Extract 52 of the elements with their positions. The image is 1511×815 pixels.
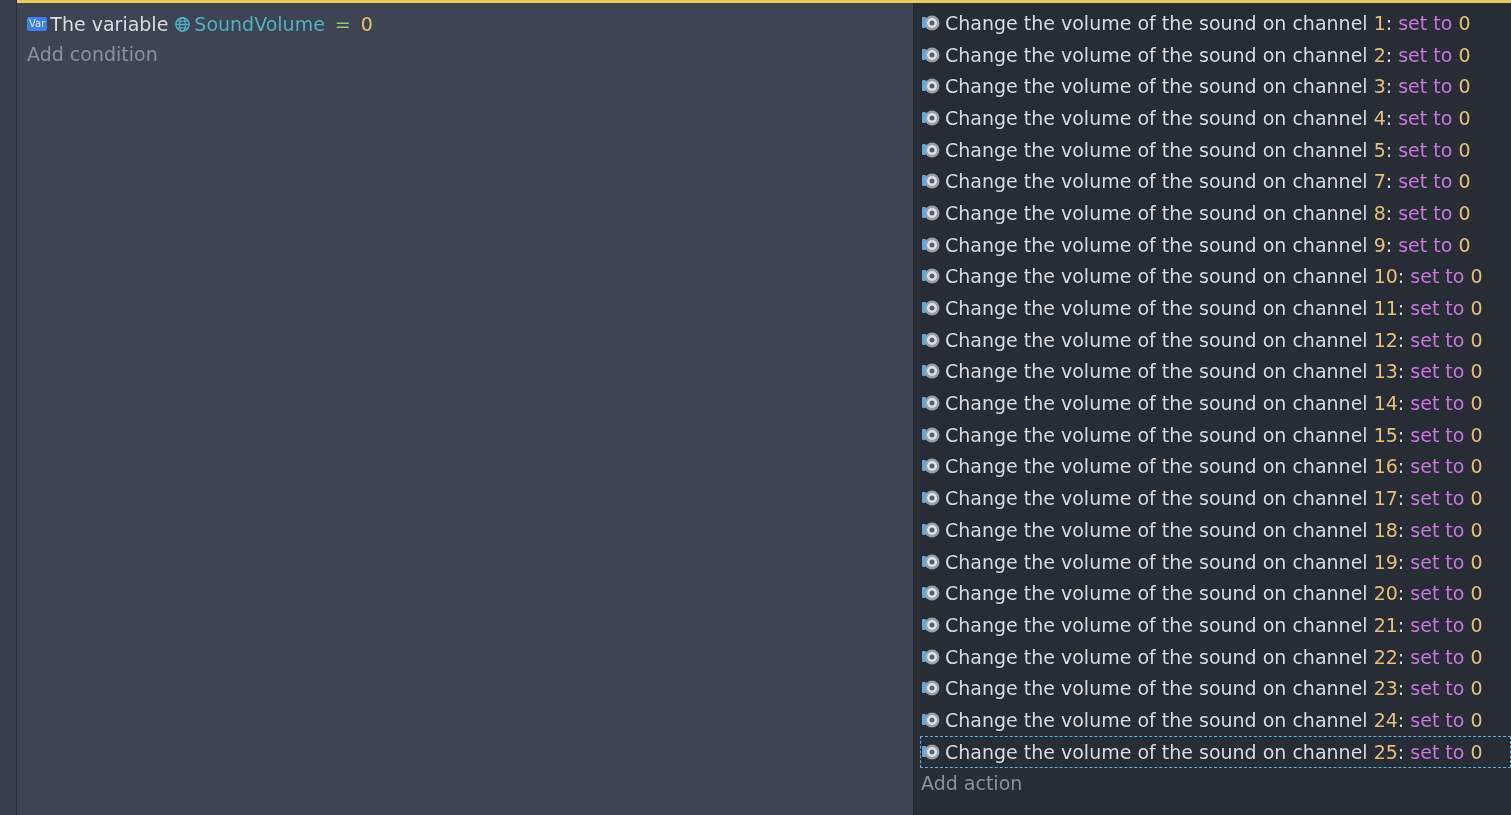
action-text: Change the volume of the sound on channel 13: set to 0 (945, 360, 1483, 383)
action-text: Change the volume of the sound on channel 17: set to 0 (945, 487, 1483, 510)
action-row[interactable]: Change the volume of the sound on channel 13: set to 0 (920, 355, 1511, 388)
action-text: Change the volume of the sound on channel 3: set to 0 (945, 75, 1471, 98)
action-text: Change the volume of the sound on channel 1: set to 0 (945, 11, 1471, 34)
action-row[interactable]: Change the volume of the sound on channel 19: set to 0 (920, 545, 1511, 578)
action-row[interactable]: Change the volume of the sound on channel 3: set to 0 (920, 70, 1511, 103)
action-text: Change the volume of the sound on channel 20: set to 0 (945, 582, 1483, 605)
action-text: Change the volume of the sound on channel 9: set to 0 (945, 233, 1471, 256)
action-row[interactable]: Change the volume of the sound on channel 4: set to 0 (920, 102, 1511, 134)
action-text: Change the volume of the sound on channel 23: set to 0 (945, 677, 1483, 700)
action-row[interactable]: Change the volume of the sound on channel 25: set to 0 (920, 735, 1511, 768)
action-row[interactable]: Change the volume of the sound on channel 23: set to 0 (920, 672, 1511, 705)
action-row[interactable]: Change the volume of the sound on channel 17: set to 0 (920, 482, 1511, 514)
action-text: Change the volume of the sound on channel 15: set to 0 (945, 423, 1483, 446)
action-text: Change the volume of the sound on channel 14: set to 0 (945, 392, 1483, 415)
action-text: Change the volume of the sound on channel 10: set to 0 (945, 265, 1483, 288)
action-text: Change the volume of the sound on channel 24: set to 0 (945, 708, 1483, 731)
action-row[interactable]: Change the volume of the sound on channel 20: set to 0 (920, 577, 1511, 610)
action-row[interactable]: Change the volume of the sound on channel 14: set to 0 (920, 387, 1511, 419)
action-text: Change the volume of the sound on channel 2: set to 0 (945, 43, 1471, 66)
action-text: Change the volume of the sound on channel 12: set to 0 (945, 328, 1483, 351)
action-text: Change the volume of the sound on channel 22: set to 0 (945, 645, 1483, 668)
action-row[interactable]: Change the volume of the sound on channel 22: set to 0 (920, 640, 1511, 673)
action-text: Change the volume of the sound on channel 25: set to 0 (945, 740, 1483, 763)
action-text: Change the volume of the sound on channel 5: set to 0 (945, 138, 1471, 161)
action-text: Change the volume of the sound on channel 11: set to 0 (945, 297, 1483, 320)
action-row[interactable]: Change the volume of the sound on channel 16: set to 0 (920, 450, 1511, 483)
action-row[interactable]: Change the volume of the sound on channel 2: set to 0 (920, 38, 1511, 71)
action-row[interactable]: Change the volume of the sound on channel 11: set to 0 (920, 292, 1511, 324)
action-row[interactable]: Change the volume of the sound on channel 8: set to 0 (920, 197, 1511, 229)
action-row[interactable]: Change the volume of the sound on channel 12: set to 0 (920, 323, 1511, 356)
action-text: Change the volume of the sound on channel 8: set to 0 (945, 201, 1471, 224)
action-row[interactable]: Change the volume of the sound on channel 10: set to 0 (920, 260, 1511, 293)
action-text: Change the volume of the sound on channel 19: set to 0 (945, 550, 1483, 573)
action-text: Change the volume of the sound on channel 7: set to 0 (945, 170, 1471, 193)
action-text: Change the volume of the sound on channel 16: set to 0 (945, 455, 1483, 478)
add-action-link[interactable]: Add action (921, 767, 1023, 798)
action-row[interactable]: Change the volume of the sound on channel 24: set to 0 (920, 704, 1511, 736)
globe-icon (174, 15, 192, 33)
action-row[interactable]: Change the volume of the sound on channel 7: set to 0 (920, 165, 1511, 198)
action-text: Change the volume of the sound on channel 18: set to 0 (945, 518, 1483, 541)
action-row[interactable]: Change the volume of the sound on channel 5: set to 0 (920, 133, 1511, 166)
action-text: Change the volume of the sound on channel 4: set to 0 (945, 106, 1471, 129)
variable-icon: Var (27, 17, 48, 31)
action-text: Change the volume of the sound on channel 21: set to 0 (945, 613, 1483, 636)
action-row[interactable]: Change the volume of the sound on channel 15: set to 0 (920, 418, 1511, 451)
action-row[interactable]: Change the volume of the sound on channel 21: set to 0 (920, 609, 1511, 641)
action-row[interactable]: Change the volume of the sound on channel 18: set to 0 (920, 514, 1511, 546)
action-row[interactable]: Change the volume of the sound on channel 9: set to 0 (920, 228, 1511, 261)
action-row[interactable]: Change the volume of the sound on channel 1: set to 0 (920, 7, 1511, 39)
condition-text[interactable]: The variable SoundVolume = 0 (50, 13, 373, 35)
